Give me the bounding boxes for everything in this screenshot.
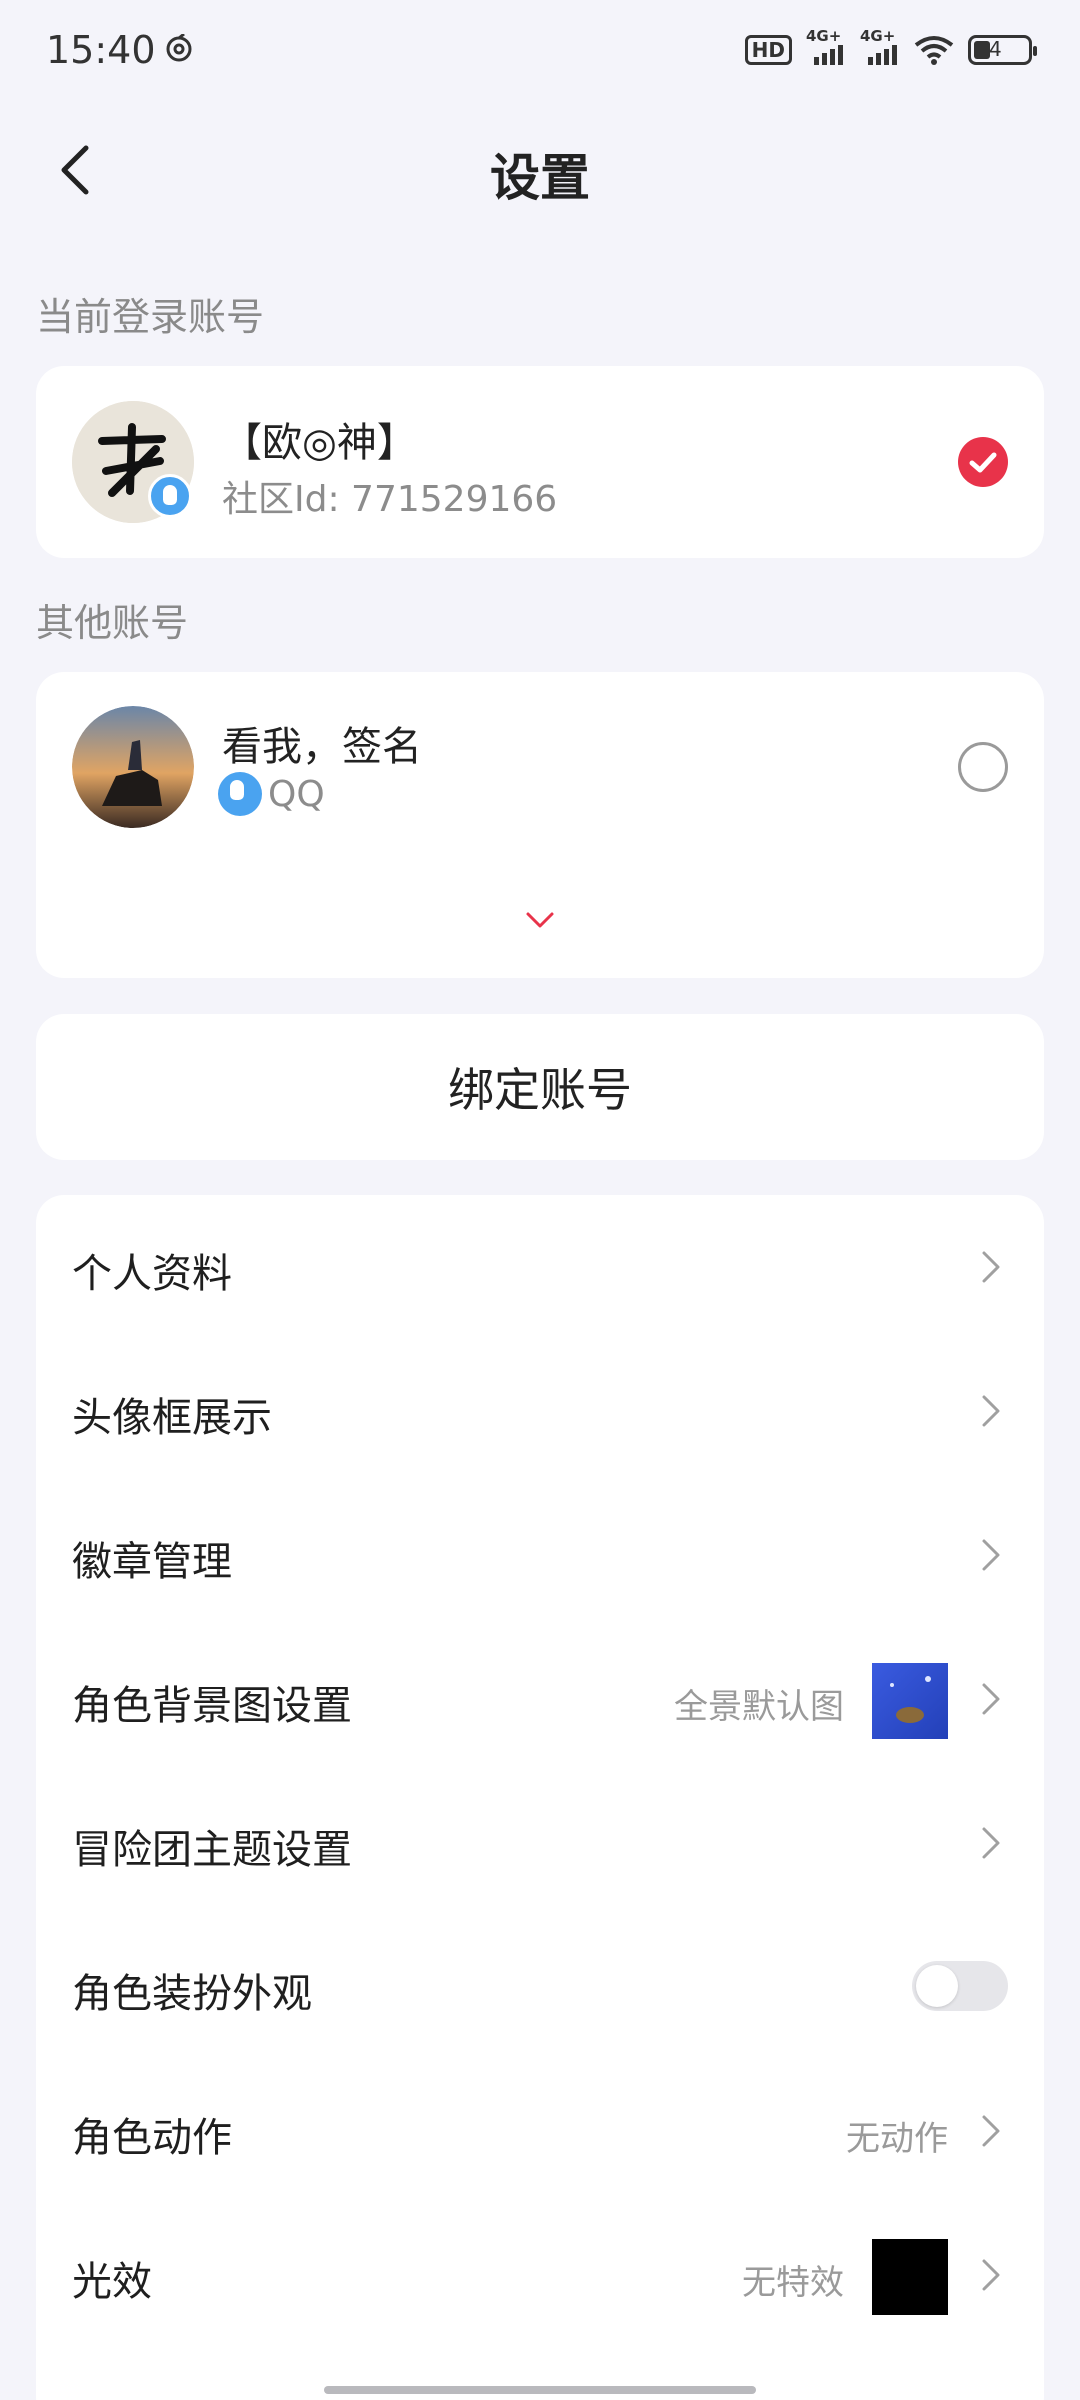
header: 设置 [0, 110, 1080, 230]
hd-icon: HD [744, 35, 792, 65]
selected-check-icon[interactable] [958, 437, 1008, 487]
status-time: 15:40 [46, 28, 156, 72]
menu-item-role-action[interactable]: 角色动作 无动作 [36, 2059, 1044, 2203]
page-title: 设置 [490, 149, 590, 207]
background-thumbnail [872, 1663, 948, 1739]
status-bar: 15:40 HD 4G+ 4G+ 4 [0, 0, 1080, 100]
menu-item-value: 全景默认图 [674, 1687, 844, 1727]
other-accounts-label: 其他账号 [36, 601, 189, 645]
effect-thumbnail [872, 2239, 948, 2315]
bind-account-label: 绑定账号 [448, 1063, 632, 1117]
menu-item-role-background[interactable]: 角色背景图设置 全景默认图 [36, 1627, 1044, 1771]
current-account-card[interactable]: 【欧◎神】 社区Id: 771529166 [36, 366, 1044, 558]
qq-icon [148, 474, 192, 518]
toggle-knob [916, 1965, 958, 2007]
chevron-right-icon [982, 1251, 1000, 1283]
chevron-right-icon [982, 1539, 1000, 1571]
avatar [72, 706, 194, 828]
status-indicators: HD 4G+ 4G+ 4 [744, 27, 1037, 70]
menu-item-team-theme[interactable]: 冒险团主题设置 [36, 1771, 1044, 1915]
outfit-toggle[interactable] [912, 1961, 1008, 2011]
menu-item-value: 无动作 [846, 2119, 948, 2159]
menu-item-value: 无特效 [742, 2263, 844, 2303]
menu-item-badges[interactable]: 徽章管理 [36, 1483, 1044, 1627]
account-platform: QQ [218, 772, 325, 816]
current-account-label: 当前登录账号 [36, 295, 265, 339]
select-radio[interactable] [958, 742, 1008, 792]
avatar-image [72, 706, 194, 828]
chevron-right-icon [982, 1827, 1000, 1859]
settings-menu: 个人资料 头像框展示 徽章管理 角色背景图设置 全景默认图 冒险团主题设置 角色… [36, 1195, 1044, 2400]
community-id: 社区Id: 771529166 [222, 479, 558, 520]
chevron-down-icon[interactable] [524, 908, 556, 932]
signal-icon: 4G+ [806, 27, 846, 65]
battery-icon: 4 [968, 35, 1037, 65]
account-name: 【欧◎神】 [222, 420, 417, 466]
signal-icon: 4G+ [860, 27, 900, 65]
qq-icon [218, 772, 262, 816]
account-name: 看我，签名 [222, 724, 422, 770]
menu-item-light-effect[interactable]: 光效 无特效 [36, 2203, 1044, 2347]
menu-item-role-outfit: 角色装扮外观 [36, 1915, 1044, 2059]
chevron-right-icon [982, 1395, 1000, 1427]
menu-item-avatar-frame[interactable]: 头像框展示 [36, 1339, 1044, 1483]
menu-item-profile[interactable]: 个人资料 [36, 1195, 1044, 1339]
wifi-icon [914, 36, 954, 65]
chevron-right-icon [982, 2259, 1000, 2291]
list-item[interactable]: 看我，签名 QQ [36, 672, 1044, 862]
other-accounts-card: 看我，签名 QQ [36, 672, 1044, 978]
chevron-right-icon [982, 2115, 1000, 2147]
chevron-right-icon [982, 1683, 1000, 1715]
home-indicator[interactable] [324, 2386, 756, 2394]
bind-account-button[interactable]: 绑定账号 [36, 1014, 1044, 1160]
sync-icon [166, 34, 192, 62]
